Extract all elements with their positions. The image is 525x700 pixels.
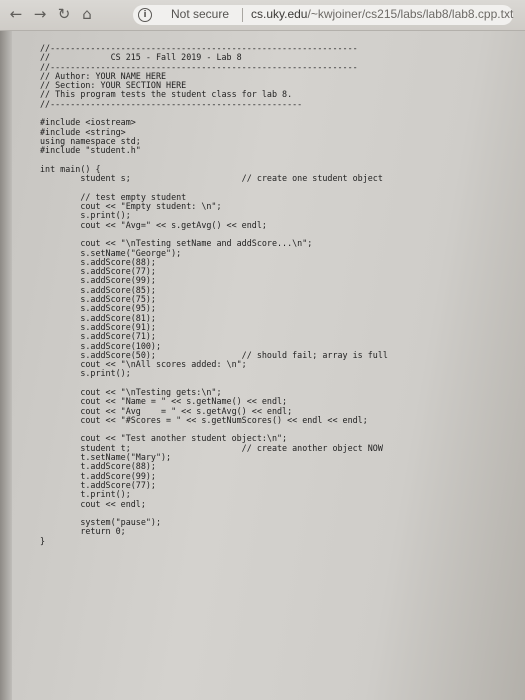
address-bar[interactable]: i Not secure cs.uky.edu/~kwjoiner/cs215/… (133, 5, 513, 25)
code-line: s.print(); (40, 368, 131, 379)
code-line: #include "student.h" (40, 145, 141, 156)
browser-toolbar: ← → ↻ ⌂ i Not secure cs.uky.edu/~kwjoine… (0, 0, 525, 31)
info-icon[interactable]: i (138, 8, 152, 22)
code-line: student s; // create one student object (40, 173, 383, 184)
code-line: cout << "#Scores = " << s.getNumScores()… (40, 414, 368, 425)
url-text[interactable]: cs.uky.edu/~kwjoiner/cs215/labs/lab8/lab… (251, 7, 513, 21)
url-path: /~kwjoiner/cs215/labs/lab8/lab8.cpp.txt (307, 7, 514, 21)
code-line: //--------------------------------------… (40, 98, 303, 109)
back-arrow-icon[interactable]: ← (6, 4, 26, 24)
code-line: cout << "Avg=" << s.getAvg() << endl; (40, 219, 267, 230)
source-code-text: //--------------------------------------… (40, 43, 510, 546)
security-label[interactable]: Not secure (171, 7, 229, 21)
code-line: cout << endl; (40, 498, 146, 509)
code-line: return 0; (40, 526, 126, 537)
home-icon[interactable]: ⌂ (77, 4, 97, 24)
url-host: cs.uky.edu (251, 7, 308, 21)
reload-icon[interactable]: ↻ (54, 4, 74, 24)
address-separator (242, 8, 243, 22)
forward-arrow-icon[interactable]: → (30, 4, 50, 24)
code-line: } (40, 535, 46, 546)
screen-edge-shadow (0, 31, 12, 700)
